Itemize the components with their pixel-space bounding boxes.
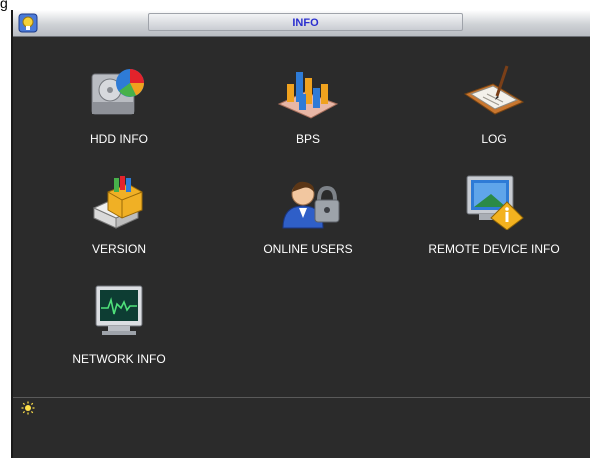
tile-label: ONLINE USERS xyxy=(263,242,353,256)
log-book-icon xyxy=(463,65,525,115)
info-window: INFO HDD INFO BPS LOG VERSION ONLINE USE… xyxy=(11,10,590,458)
tile-log[interactable]: LOG xyxy=(399,64,589,164)
tile-remote-device-info[interactable]: REMOTE DEVICE INFO xyxy=(399,174,589,274)
tile-label: HDD INFO xyxy=(90,132,148,146)
tile-label: VERSION xyxy=(91,242,146,256)
window-title: INFO xyxy=(292,17,319,29)
tile-online-users[interactable]: ONLINE USERS xyxy=(213,174,403,274)
tile-network-info[interactable]: NETWORK INFO xyxy=(24,284,214,384)
network-monitor-icon xyxy=(95,285,143,335)
lightbulb-icon xyxy=(21,401,35,415)
version-box-icon xyxy=(92,176,143,229)
tile-label: NETWORK INFO xyxy=(72,352,166,366)
status-divider xyxy=(13,397,590,398)
outside-label: g xyxy=(0,0,8,11)
online-users-icon xyxy=(282,181,340,229)
remote-device-icon xyxy=(466,175,524,230)
tile-version[interactable]: VERSION xyxy=(24,174,214,274)
tile-label: BPS xyxy=(295,132,320,146)
title-bar: INFO xyxy=(13,10,590,37)
hdd-info-icon xyxy=(91,69,144,115)
title-pill: INFO xyxy=(148,13,463,31)
tile-hdd-info[interactable]: HDD INFO xyxy=(24,64,214,164)
bps-chart-icon xyxy=(277,72,339,119)
tile-label: LOG xyxy=(481,132,507,146)
app-logo-icon xyxy=(18,13,38,33)
tile-bps[interactable]: BPS xyxy=(213,64,403,164)
tile-label: REMOTE DEVICE INFO xyxy=(428,242,560,256)
